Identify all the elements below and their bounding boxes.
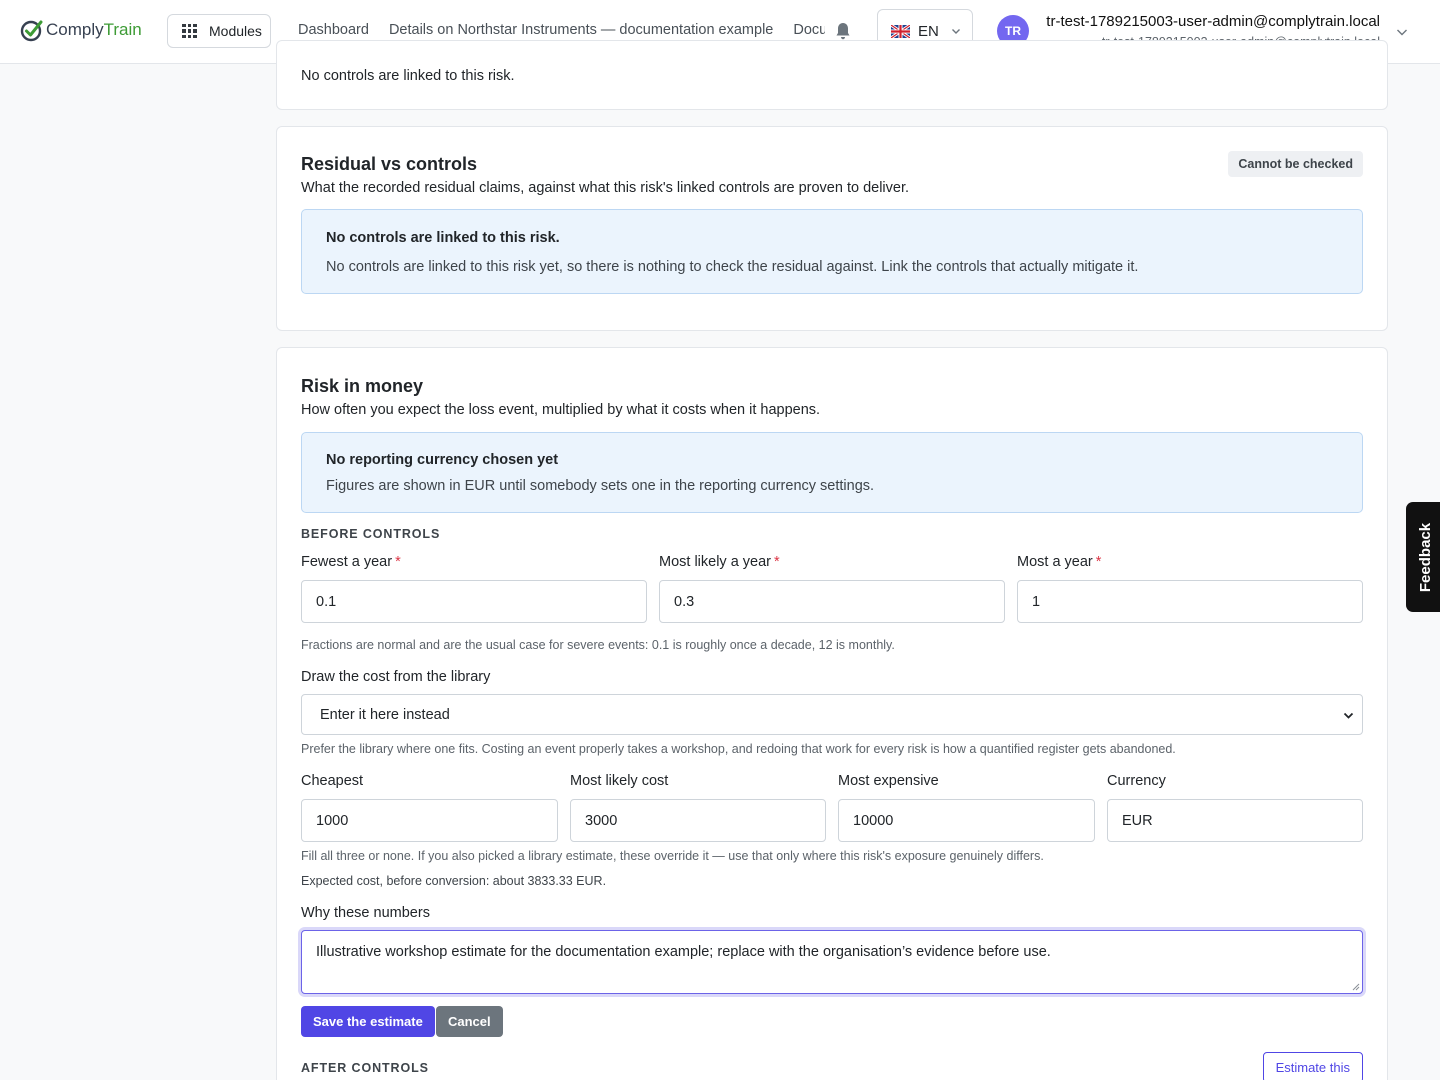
modules-label: Modules	[209, 23, 262, 39]
cheapest-label: Cheapest	[301, 773, 364, 789]
fewest-per-year-input[interactable]: 0.1	[301, 580, 647, 623]
likely-cost-input[interactable]: 3000	[570, 799, 826, 842]
chevron-down-icon	[1343, 712, 1354, 719]
likely-per-year-input[interactable]: 0.3	[659, 580, 1005, 623]
modules-button[interactable]: Modules	[167, 14, 271, 48]
cost-library-select[interactable]: Enter it here instead	[301, 694, 1363, 735]
logo-text-train: Train	[103, 20, 142, 39]
why-numbers-textarea[interactable]: Illustrative workshop estimate for the d…	[301, 930, 1363, 994]
after-controls-heading: AFTER CONTROLS	[301, 1061, 429, 1075]
residual-vs-controls-card: Residual vs controls What the recorded r…	[276, 126, 1388, 331]
why-label: Why these numbers	[301, 905, 430, 921]
linked-controls-card: No controls are linked to this risk.	[276, 40, 1388, 110]
why-numbers-value: Illustrative workshop estimate for the d…	[316, 944, 1051, 960]
residual-subtitle: What the recorded residual claims, again…	[301, 180, 910, 196]
currency-info-alert: No reporting currency chosen yet Figures…	[301, 432, 1363, 513]
logo-text-comply: Comply	[46, 20, 104, 39]
currency-info-text: Figures are shown in EUR until somebody …	[326, 478, 875, 494]
money-title: Risk in money	[301, 376, 424, 396]
language-label: EN	[918, 22, 939, 40]
expensive-label: Most expensive	[838, 773, 939, 789]
required-mark: *	[1095, 554, 1102, 570]
nav-documents[interactable]: Documents	[793, 22, 825, 38]
fewest-label: Fewest a year *	[301, 554, 401, 570]
likely-label: Most likely a year *	[659, 554, 780, 570]
money-subtitle: How often you expect the loss event, mul…	[301, 402, 821, 418]
residual-info-title: No controls are linked to this risk.	[326, 230, 560, 246]
cancel-button[interactable]: Cancel	[436, 1006, 503, 1037]
logo-check-icon	[20, 20, 43, 42]
risk-in-money-card: Risk in money How often you expect the l…	[276, 347, 1388, 1080]
user-name[interactable]: tr-test-1789215003-user-admin@complytrai…	[1046, 13, 1380, 30]
resize-handle-icon[interactable]	[1352, 983, 1360, 991]
currency-label: Currency	[1107, 773, 1166, 789]
grid-icon	[182, 23, 197, 39]
library-selected-value: Enter it here instead	[320, 706, 450, 723]
most-per-year-input[interactable]: 1	[1017, 580, 1363, 623]
feedback-label: Feedback	[1417, 522, 1435, 592]
required-mark: *	[395, 554, 401, 570]
estimate-this-button[interactable]: Estimate this	[1262, 1052, 1363, 1080]
expected-cost-text: Expected cost, before conversion: about …	[301, 874, 607, 888]
cost-help-text: Fill all three or none. If you also pick…	[301, 849, 1044, 863]
bell-icon[interactable]	[835, 22, 851, 40]
residual-title: Residual vs controls	[301, 154, 478, 174]
nav-dashboard[interactable]: Dashboard	[298, 22, 369, 38]
frequency-help-text: Fractions are normal and are the usual c…	[301, 638, 895, 652]
no-controls-text: No controls are linked to this risk.	[301, 68, 515, 84]
save-estimate-button[interactable]: Save the estimate	[301, 1006, 435, 1037]
before-controls-heading: BEFORE CONTROLS	[301, 527, 441, 541]
uk-flag-icon	[891, 24, 910, 38]
residual-info-text: No controls are linked to this risk yet,…	[326, 259, 1139, 275]
cheapest-input[interactable]: 1000	[301, 799, 558, 842]
currency-info-title: No reporting currency chosen yet	[326, 452, 559, 468]
complytrain-logo[interactable]: Comply Train	[20, 18, 142, 42]
chevron-down-icon	[951, 29, 960, 34]
breadcrumb-nav: Dashboard Details on Northstar Instrumen…	[298, 22, 825, 38]
residual-info-alert: No controls are linked to this risk. No …	[301, 209, 1363, 294]
likely-cost-label: Most likely cost	[570, 773, 669, 789]
most-label: Most a year *	[1017, 554, 1102, 570]
status-badge: Cannot be checked	[1228, 151, 1363, 177]
nav-risk-details[interactable]: Details on Northstar Instruments — docum…	[389, 22, 773, 38]
feedback-tab[interactable]: Feedback	[1406, 502, 1440, 612]
user-menu-chevron-icon[interactable]	[1396, 26, 1408, 38]
currency-input[interactable]: EUR	[1107, 799, 1363, 842]
expensive-input[interactable]: 10000	[838, 799, 1095, 842]
library-label: Draw the cost from the library	[301, 669, 491, 685]
required-mark: *	[774, 554, 780, 570]
library-help-text: Prefer the library where one fits. Costi…	[301, 742, 1176, 756]
